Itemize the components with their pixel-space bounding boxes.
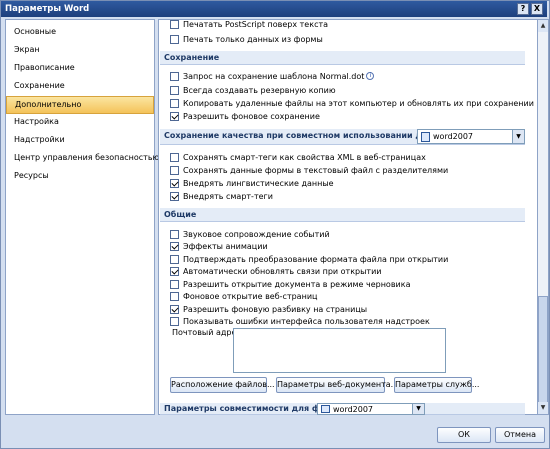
checkbox[interactable]: [170, 316, 179, 326]
option-label: Внедрять лингвистические данные: [183, 178, 334, 188]
mail-address-field[interactable]: [233, 328, 446, 373]
scroll-up-icon[interactable]: ▲: [538, 20, 548, 32]
chevron-down-icon[interactable]: ▼: [512, 130, 524, 143]
option-row[interactable]: Сохранять смарт-теги как свойства XML в …: [170, 151, 426, 163]
option-row[interactable]: Печатать PostScript поверх текста: [170, 18, 328, 30]
checkbox[interactable]: [170, 291, 179, 301]
option-row[interactable]: Сохранять данные формы в текстовый файл …: [170, 164, 448, 176]
checkbox[interactable]: [170, 229, 179, 239]
option-label: Печать только данных из формы: [183, 34, 323, 44]
option-label: Фоновое открытие веб-страниц: [183, 291, 318, 301]
checkbox[interactable]: [170, 254, 179, 264]
option-label: Всегда создавать резервную копию: [183, 85, 336, 95]
checkbox[interactable]: [170, 266, 179, 276]
option-label: Разрешить фоновое сохранение: [183, 111, 320, 121]
sidebar-item-addins[interactable]: Надстройки: [6, 132, 154, 150]
section-header-save: Сохранение: [160, 51, 525, 65]
checkbox[interactable]: [170, 178, 179, 188]
web-options-button[interactable]: Параметры веб-документа...: [276, 377, 398, 393]
service-options-button[interactable]: Параметры служб...: [394, 377, 479, 393]
option-row[interactable]: Разрешить фоновое сохранение: [170, 110, 320, 122]
option-row[interactable]: Печать только данных из формы: [170, 33, 323, 45]
option-row[interactable]: Запрос на сохранение шаблона Normal.dot …: [170, 70, 375, 82]
checkbox[interactable]: [170, 279, 179, 289]
option-row[interactable]: Внедрять смарт-теги: [170, 190, 273, 202]
option-row[interactable]: Копировать удаленные файлы на этот компь…: [170, 97, 534, 109]
chevron-down-icon[interactable]: ▼: [412, 404, 424, 414]
option-label: Разрешить фоновую разбивку на страницы: [183, 304, 368, 314]
vertical-scrollbar[interactable]: ▲ ▼: [537, 19, 549, 415]
file-locations-button[interactable]: Расположение файлов...: [170, 377, 275, 393]
close-button[interactable]: X: [531, 3, 543, 15]
checkbox[interactable]: [170, 71, 179, 81]
sidebar-item-display[interactable]: Экран: [6, 42, 154, 60]
option-row[interactable]: Всегда создавать резервную копию: [170, 84, 336, 96]
option-row[interactable]: Разрешить фоновую разбивку на страницы: [170, 303, 367, 315]
document-select[interactable]: word2007 ▼: [417, 129, 525, 144]
checkbox[interactable]: [170, 165, 179, 175]
checkbox[interactable]: [170, 304, 179, 314]
option-row[interactable]: Звуковое сопровождение событий: [170, 228, 330, 240]
document-select-value: word2007: [433, 132, 474, 141]
option-label: Печатать PostScript поверх текста: [183, 19, 329, 29]
option-label: Эффекты анимации: [183, 241, 268, 251]
sidebar-item-advanced[interactable]: Дополнительно: [6, 96, 154, 114]
checkbox[interactable]: [170, 85, 179, 95]
sidebar-item-resources[interactable]: Ресурсы: [6, 168, 154, 186]
checkbox[interactable]: [170, 19, 179, 29]
option-label: Запрос на сохранение шаблона Normal.dot: [183, 71, 365, 81]
option-row[interactable]: Внедрять лингвистические данные: [170, 177, 334, 189]
option-row[interactable]: Разрешить открытие документа в режиме че…: [170, 278, 410, 290]
option-label: Автоматически обновлять связи при открыт…: [183, 266, 382, 276]
option-row[interactable]: Фоновое открытие веб-страниц: [170, 290, 317, 302]
option-label: Разрешить открытие документа в режиме че…: [183, 279, 411, 289]
option-label: Звуковое сопровождение событий: [183, 229, 330, 239]
checkbox[interactable]: [170, 191, 179, 201]
option-label: Копировать удаленные файлы на этот компь…: [183, 98, 534, 108]
sidebar-item-general[interactable]: Основные: [6, 24, 154, 42]
option-row[interactable]: Автоматически обновлять связи при открыт…: [170, 265, 381, 277]
sidebar-item-save[interactable]: Сохранение: [6, 78, 154, 96]
compat-select-value: word2007: [333, 404, 374, 414]
option-row[interactable]: Показывать ошибки интерфейса пользовател…: [170, 315, 430, 327]
checkbox[interactable]: [170, 241, 179, 251]
sidebar-item-proofing[interactable]: Правописание: [6, 60, 154, 78]
title-bar: Параметры Word ? X: [1, 1, 547, 17]
option-row[interactable]: Подтверждать преобразование формата файл…: [170, 253, 448, 265]
sidebar-item-trust-center[interactable]: Центр управления безопасностью: [6, 150, 159, 168]
section-header-general: Общие: [160, 208, 525, 222]
word-doc-icon: [421, 131, 430, 142]
checkbox[interactable]: [170, 34, 179, 44]
scroll-down-icon[interactable]: ▼: [538, 402, 548, 414]
option-label: Внедрять смарт-теги: [183, 191, 273, 201]
option-label: Сохранять смарт-теги как свойства XML в …: [183, 152, 426, 162]
ok-button[interactable]: ОК: [437, 427, 491, 443]
checkbox[interactable]: [170, 98, 179, 108]
option-label: Подтверждать преобразование формата файл…: [183, 254, 449, 264]
info-icon: i: [366, 72, 375, 80]
option-label: Показывать ошибки интерфейса пользовател…: [183, 316, 430, 326]
sidebar-item-customize[interactable]: Настройка: [6, 114, 154, 132]
scrollbar-thumb[interactable]: [538, 296, 548, 406]
option-label: Сохранять данные формы в текстовый файл …: [183, 165, 449, 175]
sidebar: Основные Экран Правописание Сохранение Д…: [5, 19, 159, 415]
option-row[interactable]: Эффекты анимации: [170, 240, 268, 252]
checkbox[interactable]: [170, 111, 179, 121]
help-button[interactable]: ?: [517, 3, 529, 15]
word-doc-icon: [321, 405, 330, 413]
compat-document-select[interactable]: word2007 ▼: [317, 403, 425, 415]
checkbox[interactable]: [170, 152, 179, 162]
cancel-button[interactable]: Отмена: [495, 427, 545, 443]
window-title: Параметры Word: [5, 4, 90, 14]
